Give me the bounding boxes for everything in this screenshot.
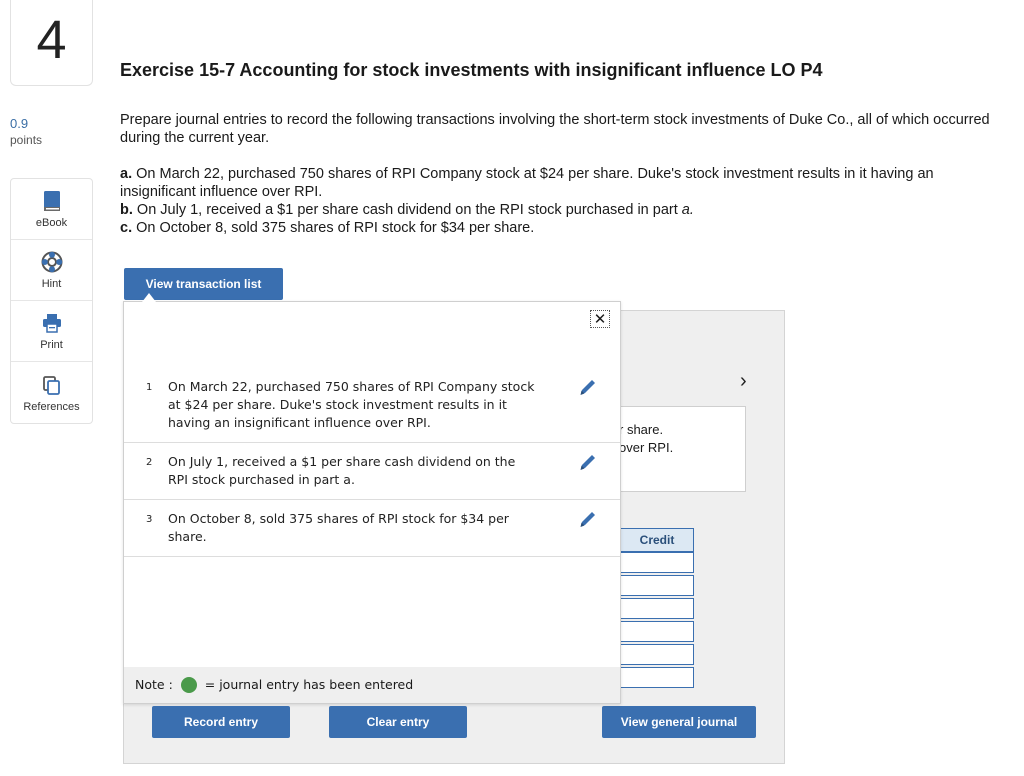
credit-input[interactable] (620, 644, 694, 665)
question-number: 4 (10, 0, 93, 86)
transaction-text: On July 1, received a $1 per share cash … (168, 454, 516, 487)
transaction-text: On March 22, purchased 750 shares of RPI… (168, 379, 535, 430)
ebook-label: eBook (35, 217, 68, 229)
pencil-icon[interactable] (577, 378, 599, 398)
view-general-journal-button[interactable]: View general journal (602, 706, 756, 738)
hint-label: Hint (41, 278, 62, 290)
transaction-description-box: r share. over RPI. (618, 406, 746, 492)
note-bar: Note : = journal entry has been entered (124, 667, 620, 703)
chevron-right-icon[interactable]: › (740, 370, 747, 393)
transaction-row: 1 On March 22, purchased 750 shares of R… (124, 338, 620, 443)
points-label: points (10, 133, 43, 147)
print-label: Print (40, 339, 63, 351)
print-button[interactable]: Print (11, 301, 92, 362)
transaction-number: 2 (146, 457, 153, 468)
popup-caret (142, 293, 156, 302)
transaction-text: On October 8, sold 375 shares of RPI sto… (168, 511, 509, 544)
pencil-icon[interactable] (577, 453, 599, 473)
exercise-title: Exercise 15-7 Accounting for stock inves… (120, 60, 823, 80)
points-value: 0.9 (10, 116, 29, 131)
record-entry-button[interactable]: Record entry (152, 706, 290, 738)
credit-input[interactable] (620, 621, 694, 642)
description-line: over RPI. (619, 440, 674, 455)
lifebuoy-icon (41, 250, 63, 274)
transaction-row: 2 On July 1, received a $1 per share cas… (124, 443, 620, 500)
credit-input[interactable] (620, 667, 694, 688)
credit-column-header: Credit (620, 528, 694, 552)
transaction-number: 3 (146, 514, 153, 525)
credit-input[interactable] (620, 598, 694, 619)
part-c: c. On October 8, sold 375 shares of RPI … (120, 220, 535, 236)
hint-button[interactable]: Hint (11, 240, 92, 301)
transaction-row: 3 On October 8, sold 375 shares of RPI s… (124, 500, 620, 557)
pencil-icon[interactable] (577, 510, 599, 530)
references-button[interactable]: References (11, 362, 92, 423)
copy-icon (41, 373, 63, 397)
transaction-number: 1 (146, 382, 153, 393)
exercise-parts: a. On March 22, purchased 750 shares of … (120, 165, 1010, 237)
close-icon[interactable]: ✕ (590, 310, 610, 328)
clear-entry-button[interactable]: Clear entry (329, 706, 467, 738)
exercise-intro: Prepare journal entries to record the fo… (120, 112, 990, 146)
references-label: References (23, 400, 80, 413)
tools-panel: eBook Hint Print References (10, 178, 93, 424)
description-line: r share. (619, 422, 664, 437)
book-icon (42, 189, 62, 213)
credit-input[interactable] (620, 552, 694, 573)
entered-status-icon (180, 676, 197, 693)
part-a: a. On March 22, purchased 750 shares of … (120, 166, 934, 200)
ebook-button[interactable]: eBook (11, 179, 92, 240)
transaction-list-popup: ✕ 1 On March 22, purchased 750 shares of… (123, 301, 621, 704)
note-text: = journal entry has been entered (204, 677, 414, 692)
credit-input[interactable] (620, 575, 694, 596)
printer-icon (41, 311, 63, 335)
part-b: b. On July 1, received a $1 per share ca… (120, 202, 694, 218)
note-label: Note : (135, 677, 173, 692)
